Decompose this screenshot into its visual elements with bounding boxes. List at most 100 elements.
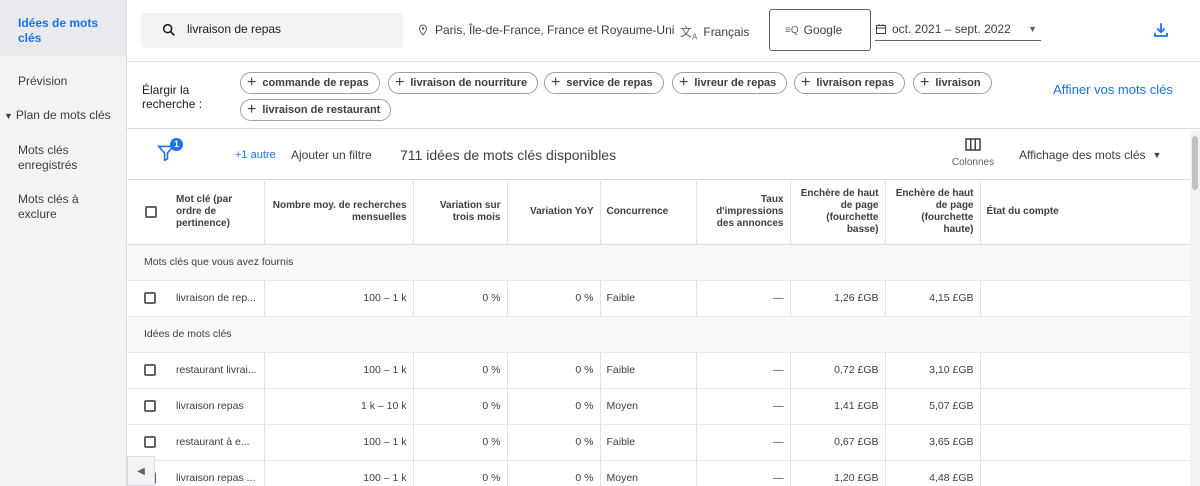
column-header-competition[interactable]: Concurrence (600, 181, 697, 245)
table-row[interactable]: livraison de rep... 100 – 1 k 0 % 0 % Fa… (127, 280, 1190, 317)
plus-icon: + (920, 74, 930, 91)
row-select (127, 280, 164, 317)
cell-avg-searches: 100 – 1 k (264, 460, 414, 486)
section-label: Idées de mots clés (127, 316, 1190, 353)
table-row[interactable]: livraison repas ... 100 – 1 k 0 % 0 % Mo… (127, 460, 1190, 486)
cell-bid-low: 0,72 £GB (790, 352, 886, 389)
section-row-provided: Mots clés que vous avez fournis (127, 244, 1190, 281)
cell-yoy-change: 0 % (507, 280, 601, 317)
cell-yoy-change: 0 % (507, 388, 601, 425)
calendar-icon (876, 24, 886, 34)
columns-icon (965, 138, 981, 151)
more-filters-link[interactable]: +1 autre (235, 149, 276, 161)
column-header-impression-share[interactable]: Taux d'impressions des annonces (696, 181, 791, 245)
chip-suggestion[interactable]: + livreur de repas (672, 72, 788, 94)
cell-bid-high: 3,10 £GB (885, 352, 981, 389)
row-checkbox[interactable] (144, 292, 156, 305)
header-select-all (127, 181, 164, 245)
date-range-selector[interactable]: oct. 2021 – sept. 2022 ▼ (875, 22, 1041, 41)
chip-suggestion[interactable]: + livraison (913, 72, 992, 94)
column-header-three-month-change[interactable]: Variation sur trois mois (413, 181, 508, 245)
keyword-view-select[interactable]: Affichage des mots clés ▼ (1019, 148, 1161, 162)
location-selector[interactable]: Paris, Île-de-France, France et Royaume-… (417, 23, 674, 37)
cell-keyword[interactable]: livraison repas (164, 388, 265, 425)
expand-search-label: Élargir la recherche : (142, 83, 203, 111)
search-input[interactable] (187, 22, 387, 36)
search-box[interactable] (141, 13, 403, 48)
cell-keyword[interactable]: restaurant à e... (164, 424, 265, 461)
table-row[interactable]: restaurant à e... 100 – 1 k 0 % 0 % Faib… (127, 424, 1190, 461)
columns-button[interactable]: Colonnes (945, 138, 1001, 168)
expand-search-bar: Élargir la recherche : + commande de repa… (127, 63, 1200, 129)
download-icon[interactable] (1152, 21, 1170, 39)
chip-suggestion[interactable]: + livraison de nourriture (388, 72, 539, 94)
cell-avg-searches: 1 k – 10 k (264, 388, 414, 425)
table-row[interactable]: livraison repas 1 k – 10 k 0 % 0 % Moyen… (127, 388, 1190, 425)
cell-impression-share: — (696, 280, 791, 317)
cell-account-status (980, 352, 1190, 389)
cell-yoy-change: 0 % (507, 352, 601, 389)
cell-bid-low: 0,67 £GB (790, 424, 886, 461)
sidebar-item-keyword-ideas[interactable]: Idées de mots clés (0, 0, 126, 56)
column-header-bid-high[interactable]: Enchère de haut de page (fourchette haut… (885, 181, 981, 245)
row-checkbox[interactable] (144, 400, 156, 413)
chip-suggestion[interactable]: + livraison repas (794, 72, 905, 94)
chevron-left-icon: ◀ (137, 465, 145, 477)
cell-competition: Faible (600, 280, 697, 317)
cell-competition: Faible (600, 424, 697, 461)
plus-icon: + (801, 74, 811, 91)
dropdown-arrow-icon: ▼ (1028, 24, 1037, 34)
sidebar-item-negative-keywords[interactable]: Mots clés à exclure (0, 192, 100, 222)
cell-impression-share: — (696, 352, 791, 389)
cell-avg-searches: 100 – 1 k (264, 352, 414, 389)
cell-three-month-change: 0 % (413, 424, 508, 461)
ideas-count: 711 idées de mots clés disponibles (400, 147, 617, 163)
chip-suggestion[interactable]: + commande de repas (240, 72, 380, 94)
column-header-bid-low[interactable]: Enchère de haut de page (fourchette bass… (790, 181, 886, 245)
add-filter-button[interactable]: Ajouter un filtre (291, 148, 372, 162)
chip-label: livraison de restaurant (262, 104, 381, 116)
sidebar-item-label: Mots clés enregistrés (18, 143, 78, 172)
plus-icon: + (247, 74, 257, 91)
table-row[interactable]: restaurant livrai... 100 – 1 k 0 % 0 % F… (127, 352, 1190, 389)
cell-avg-searches: 100 – 1 k (264, 424, 414, 461)
refine-keywords-link[interactable]: Affiner vos mots clés (1052, 82, 1174, 97)
sidebar-item-label: Prévision (18, 74, 68, 88)
chip-suggestion[interactable]: + service de repas (544, 72, 664, 94)
filter-count-badge: 1 (170, 138, 183, 151)
cell-competition: Faible (600, 352, 697, 389)
cell-three-month-change: 0 % (413, 388, 508, 425)
dropdown-arrow-icon: ▼ (1152, 150, 1162, 160)
cell-competition: Moyen (600, 388, 697, 425)
chip-suggestion[interactable]: + livraison de restaurant (240, 99, 392, 121)
network-selector[interactable]: ≡Q Google (769, 9, 871, 51)
column-header-account-status[interactable]: État du compte (980, 181, 1190, 245)
column-header-yoy-change[interactable]: Variation YoY (507, 181, 601, 245)
cell-account-status (980, 388, 1190, 425)
chip-label: livreur de repas (694, 77, 777, 89)
keyword-table: Mot clé (par ordre de pertinence) Nombre… (127, 181, 1190, 486)
row-checkbox[interactable] (144, 364, 156, 377)
sidebar-item-keyword-plan[interactable]: ▼ Plan de mots clés (0, 108, 121, 124)
row-checkbox[interactable] (144, 436, 156, 449)
select-all-checkbox[interactable] (145, 205, 157, 218)
column-header-avg-searches[interactable]: Nombre moy. de recherches mensuelles (264, 181, 414, 245)
language-selector[interactable]: 文A Français (680, 23, 749, 41)
cell-impression-share: — (696, 388, 791, 425)
cell-keyword[interactable]: livraison repas ... (164, 460, 265, 486)
column-header-keyword[interactable]: Mot clé (par ordre de pertinence) (164, 181, 265, 245)
sidebar: Idées de mots clés Prévision ▼ Plan de mo… (0, 0, 127, 486)
sidebar-item-forecast[interactable]: Prévision (0, 74, 77, 89)
chip-label: livraison repas (816, 77, 894, 89)
scroll-left-button[interactable]: ◀ (127, 456, 155, 486)
cell-keyword[interactable]: livraison de rep... (164, 280, 265, 317)
location-text: Paris, Île-de-France, France et Royaume-… (435, 23, 675, 37)
vertical-scrollbar[interactable] (1190, 130, 1200, 486)
sidebar-item-saved-keywords[interactable]: Mots clés enregistrés (0, 143, 100, 173)
scrollbar-thumb[interactable] (1192, 136, 1198, 190)
cell-keyword[interactable]: restaurant livrai... (164, 352, 265, 389)
cell-impression-share: — (696, 424, 791, 461)
chip-label: commande de repas (262, 77, 369, 89)
sidebar-item-label: Idées de mots clés (18, 16, 99, 45)
cell-avg-searches: 100 – 1 k (264, 280, 414, 317)
